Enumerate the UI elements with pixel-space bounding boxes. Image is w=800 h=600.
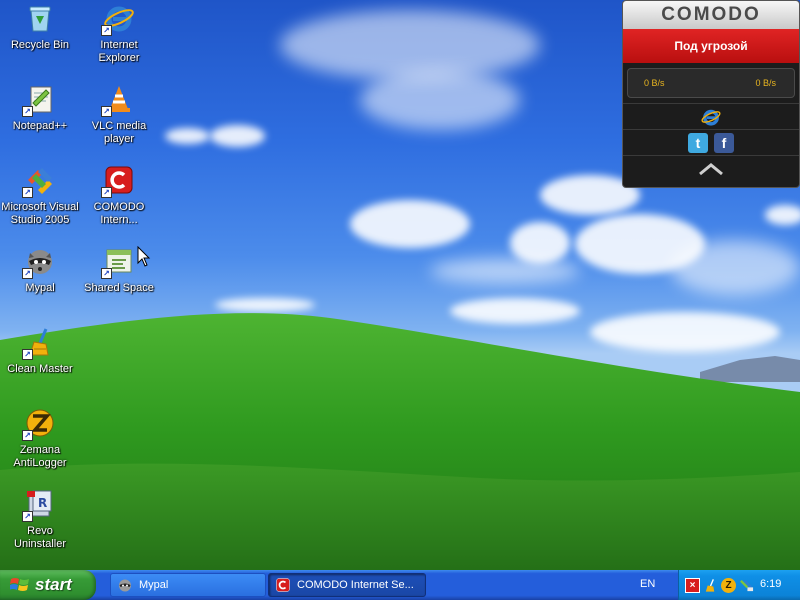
desktop-icon-visual-studio[interactable]: ↗ Microsoft Visual Studio 2005 <box>0 164 80 227</box>
broom-tray-icon[interactable] <box>703 578 718 593</box>
zemana-tray-icon[interactable]: Z <box>721 577 736 593</box>
shortcut-arrow-icon: ↗ <box>22 511 33 522</box>
comodo-traffic-meter: 0 B/s 0 B/s <box>627 68 795 98</box>
desktop-icon-recycle-bin[interactable]: Recycle Bin <box>0 2 80 52</box>
comodo-icon: ↗ <box>101 164 135 198</box>
shortcut-arrow-icon: ↗ <box>101 25 112 36</box>
comodo-social-row: t f <box>623 129 799 155</box>
comodo-collapse-button[interactable] <box>623 155 799 181</box>
shortcut-arrow-icon: ↗ <box>101 268 112 279</box>
notepad-plus-plus-icon: ↗ <box>22 83 56 117</box>
taskbar-button-label: COMODO Internet Se... <box>297 579 414 591</box>
mypal-raccoon-icon <box>119 579 131 592</box>
shortcut-arrow-icon: ↗ <box>22 349 33 360</box>
clock[interactable]: 6:19 <box>760 578 781 590</box>
windows-flag-icon <box>10 578 29 591</box>
comodo-status-button[interactable]: Под угрозой <box>623 29 799 63</box>
shortcut-arrow-icon: ↗ <box>22 430 33 441</box>
twitter-icon[interactable]: t <box>688 132 708 153</box>
mouse-cursor-icon <box>137 246 151 267</box>
internet-explorer-icon: ↗ <box>101 2 135 36</box>
start-label: start <box>35 575 72 594</box>
comodo-brand-logo: COMODO <box>623 1 799 29</box>
desktop-icon-vlc[interactable]: ↗ VLC media player <box>79 83 159 146</box>
taskbar-button-label: Mypal <box>139 579 169 591</box>
language-indicator[interactable]: EN <box>640 578 655 590</box>
desktop-icon-internet-explorer[interactable]: ↗ Internet Explorer <box>79 2 159 65</box>
desktop-icon-revo-uninstaller[interactable]: R ↗ Revo Uninstaller <box>0 488 80 551</box>
download-rate: 0 B/s <box>644 78 665 88</box>
desktop-icon-label: Microsoft Visual Studio 2005 <box>1 201 79 226</box>
zemana-icon: ↗ <box>22 407 56 441</box>
desktop-icon-label: VLC media player <box>91 120 147 145</box>
desktop-icon-label: Clean Master <box>7 363 73 375</box>
desktop-icon-label: Mypal <box>25 282 55 294</box>
desktop-icon-zemana[interactable]: ↗ Zemana AntiLogger <box>0 407 80 470</box>
desktop-icon-label: Notepad++ <box>12 120 68 132</box>
visual-studio-icon: ↗ <box>22 164 56 198</box>
desktop-icon-label: Internet Explorer <box>98 39 140 64</box>
comodo-widget[interactable]: COMODO Под угрозой 0 B/s 0 B/s t f <box>622 0 800 188</box>
desktop-icon-label: Shared Space <box>84 282 154 294</box>
comodo-browser-row <box>623 103 799 129</box>
system-tray: × Z <box>678 570 800 600</box>
desktop-icon-comodo[interactable]: ↗ COMODO Intern... <box>79 164 159 227</box>
taskbar: start Mypal COMODO Internet Se... EN × Z… <box>0 570 800 600</box>
shortcut-arrow-icon: ↗ <box>101 106 112 117</box>
broom-icon: ↗ <box>22 326 56 360</box>
shortcut-arrow-icon: ↗ <box>22 268 33 279</box>
shared-space-icon: ↗ <box>101 245 135 279</box>
svg-text:R: R <box>38 496 47 510</box>
desktop-icon-notepad-plus-plus[interactable]: ↗ Notepad++ <box>0 83 80 133</box>
internet-explorer-icon[interactable] <box>700 106 722 128</box>
shortcut-arrow-icon: ↗ <box>22 187 33 198</box>
shortcut-arrow-icon: ↗ <box>22 106 33 117</box>
shortcut-arrow-icon: ↗ <box>101 187 112 198</box>
desktop-icon-clean-master[interactable]: ↗ Clean Master <box>0 326 80 376</box>
desktop-icon-label: Recycle Bin <box>10 39 70 51</box>
vlc-cone-icon: ↗ <box>101 83 135 117</box>
chevron-up-icon <box>699 162 723 175</box>
revo-uninstaller-icon: R ↗ <box>22 488 56 522</box>
comodo-icon <box>276 578 290 592</box>
mypal-raccoon-icon: ↗ <box>22 245 56 279</box>
desktop-icon-label: Revo Uninstaller <box>14 525 66 550</box>
comodo-tray-icon[interactable]: × <box>685 577 700 593</box>
desktop-icon-mypal[interactable]: ↗ Mypal <box>0 245 80 295</box>
desktop-icon-label: COMODO Intern... <box>93 201 145 226</box>
desktop-icon-label: Zemana AntiLogger <box>13 444 67 469</box>
upload-rate: 0 B/s <box>755 78 776 88</box>
start-button[interactable]: start <box>0 570 96 600</box>
facebook-icon[interactable]: f <box>714 132 734 153</box>
taskbar-button-comodo[interactable]: COMODO Internet Se... <box>268 573 426 597</box>
taskbar-button-mypal[interactable]: Mypal <box>110 573 266 597</box>
network-tray-icon[interactable] <box>739 578 754 593</box>
recycle-bin-icon <box>24 2 56 34</box>
